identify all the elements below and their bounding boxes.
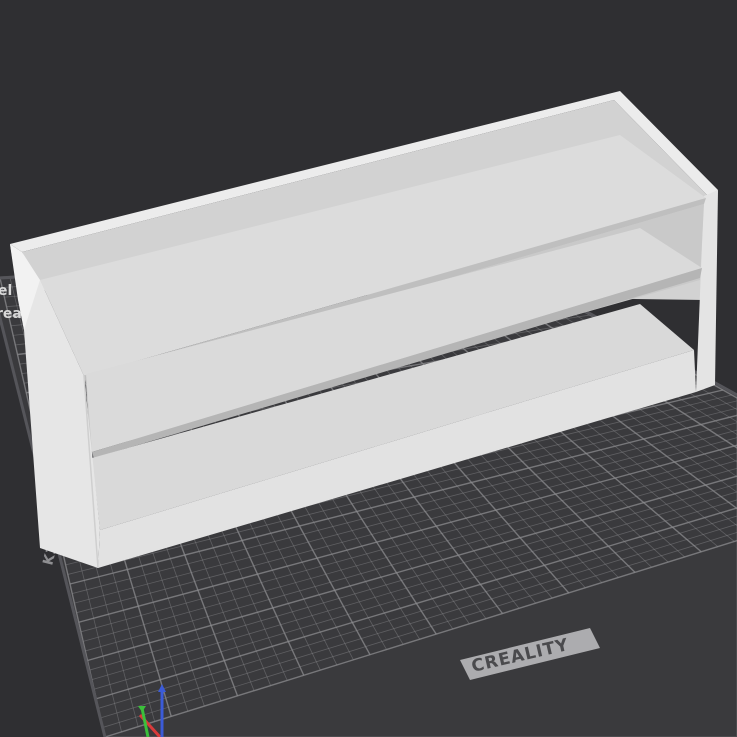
bed-corner-label-mid: rea	[0, 306, 22, 322]
3d-viewport[interactable]: CREALITY el rea K1	[0, 0, 737, 737]
bed-corner-label-top: el	[0, 283, 12, 299]
scene-canvas[interactable]: CREALITY el rea K1	[0, 0, 737, 737]
